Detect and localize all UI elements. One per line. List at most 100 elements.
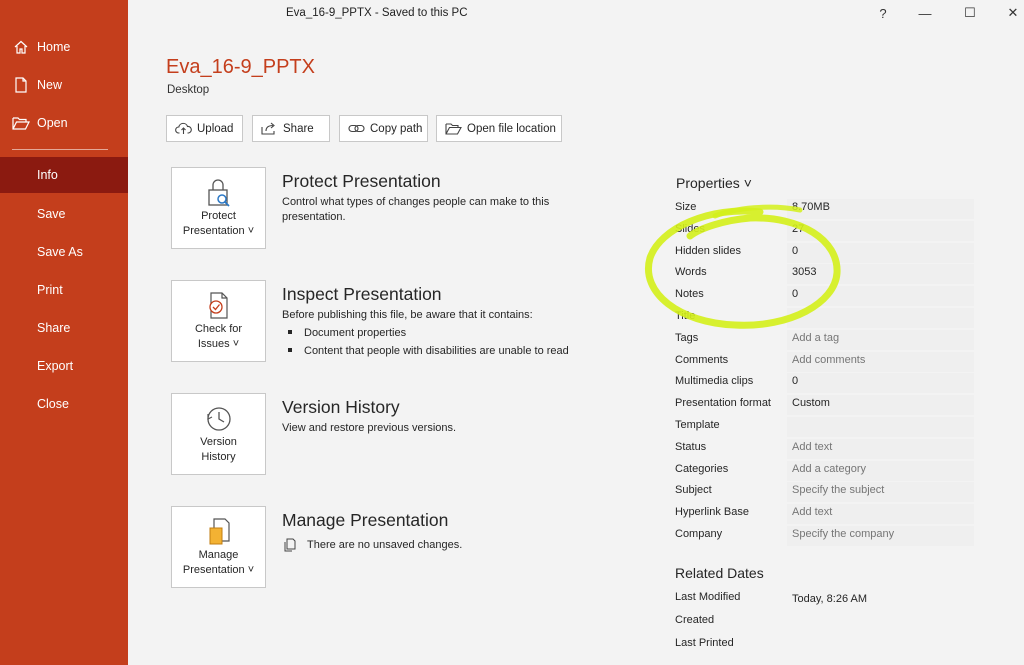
sidebar-item-open[interactable]: Open [0, 105, 128, 141]
file-name: Eva_16-9_PPTX [166, 56, 315, 78]
sidebar-item-save[interactable]: Save [0, 196, 128, 232]
version-description: View and restore previous versions. [282, 422, 457, 434]
property-row: Notes 0 [675, 286, 975, 307]
related-dates-heading: Related Dates [675, 565, 764, 581]
property-value[interactable]: Specify the subject [792, 484, 884, 496]
upload-label: Upload [197, 122, 234, 135]
document-icon [284, 538, 296, 552]
property-row: Comments Add comments [675, 351, 975, 372]
inspect-card-line1: Check for [194, 323, 243, 335]
property-key: Hidden slides [675, 244, 742, 257]
property-value-field[interactable] [787, 242, 974, 263]
last-printed-label: Last Printed [675, 637, 734, 649]
sidebar-item-share[interactable]: Share [0, 310, 128, 346]
property-key: Template [675, 419, 720, 431]
property-key: Presentation format [675, 397, 771, 410]
folder-icon [445, 122, 463, 136]
property-key: Hyperlink Base [675, 506, 749, 519]
property-value[interactable]: Specify the company [792, 528, 894, 540]
help-button[interactable]: ? [871, 4, 895, 22]
created-label: Created [675, 614, 715, 626]
sidebar-item-label: Info [37, 168, 58, 182]
manage-presentation-button[interactable]: Manage Presentation ˅ [171, 506, 266, 588]
property-key: Status [675, 440, 707, 453]
properties-heading[interactable]: Properties ˅ [676, 175, 752, 191]
property-row: Categories Add a category [675, 460, 975, 481]
property-value-field[interactable] [787, 373, 974, 394]
sidebar-item-label: New [37, 78, 63, 92]
new-document-icon [12, 76, 30, 94]
property-row: Hidden slides 0 [675, 242, 975, 263]
property-value-field[interactable] [787, 308, 974, 328]
property-key: Size [675, 201, 697, 213]
manage-title: Manage Presentation [282, 510, 449, 530]
close-window-button[interactable]: ✕ [1001, 4, 1024, 22]
inspect-bullet-text: Document properties [304, 327, 407, 339]
sidebar-item-label: Close [37, 397, 69, 411]
property-key: Multimedia clips [675, 375, 754, 388]
file-location: Desktop [167, 84, 210, 96]
property-value[interactable]: Add text [792, 506, 832, 518]
minimize-button[interactable]: — [913, 4, 937, 22]
inspect-card-line2: Issues ˅ [197, 338, 240, 350]
property-value[interactable]: Add comments [792, 354, 865, 366]
sidebar-item-home[interactable]: Home [0, 29, 128, 65]
sidebar-item-save-as[interactable]: Save As [0, 234, 128, 270]
sidebar-item-label: Save As [37, 245, 83, 259]
upload-button[interactable]: Upload [166, 115, 243, 142]
protect-title: Protect Presentation [282, 171, 441, 191]
property-row: Multimedia clips 0 [675, 373, 975, 394]
property-value[interactable]: Add a category [792, 463, 866, 475]
protect-presentation-button[interactable]: Protect Presentation ˅ [171, 167, 266, 249]
share-icon [261, 122, 279, 136]
inspect-title: Inspect Presentation [282, 284, 442, 304]
property-value[interactable]: Add text [792, 441, 832, 453]
version-history-button[interactable]: Version History [171, 393, 266, 475]
sidebar-divider [12, 149, 108, 150]
lock-search-icon [205, 178, 233, 208]
property-value-field[interactable] [787, 286, 974, 307]
property-row: Presentation format Custom [675, 395, 975, 416]
property-value-field[interactable] [787, 417, 974, 437]
copy-path-label: Copy path [370, 122, 423, 135]
property-key: Subject [675, 484, 712, 497]
sidebar-item-label: Home [37, 40, 71, 54]
protect-card-line1: Protect [201, 210, 236, 222]
home-icon [12, 38, 30, 56]
manage-document-icon [205, 517, 233, 547]
protect-card-label: Protect Presentation ˅ [172, 209, 265, 239]
inspect-bullet: Content that people with disabilities ar… [288, 345, 569, 357]
version-card-line2: History [201, 451, 236, 463]
check-for-issues-button[interactable]: Check for Issues ˅ [171, 280, 266, 362]
sidebar-item-print[interactable]: Print [0, 272, 128, 308]
property-value: 27 [792, 222, 805, 235]
property-value: 0 [792, 244, 799, 257]
property-key: Title [675, 310, 696, 322]
sidebar-item-label: Print [37, 283, 63, 297]
sidebar-item-new[interactable]: New [0, 67, 128, 103]
sidebar-item-info[interactable]: Info [0, 157, 128, 193]
property-key: Words [675, 266, 707, 279]
sidebar-item-label: Share [37, 321, 71, 335]
property-value-field[interactable] [787, 220, 974, 241]
property-value[interactable]: Add a tag [792, 332, 839, 344]
property-row: Template [675, 417, 975, 437]
sidebar-item-label: Save [37, 207, 66, 221]
sidebar-item-export[interactable]: Export [0, 348, 128, 384]
property-row: Slides 27 [675, 220, 975, 241]
last-modified-label: Last Modified [675, 591, 741, 603]
property-key: Tags [675, 331, 699, 344]
maximize-button[interactable]: ☐ [958, 4, 982, 22]
open-file-location-button[interactable]: Open file location [436, 115, 562, 142]
inspect-description: Before publishing this file, be aware th… [282, 309, 533, 321]
property-row: Company Specify the company [675, 526, 975, 546]
sidebar-item-close[interactable]: Close [0, 386, 128, 422]
share-button[interactable]: Share [252, 115, 330, 142]
protect-card-line2: Presentation ˅ [182, 225, 255, 237]
manage-card-label: Manage Presentation ˅ [172, 548, 265, 578]
property-key: Categories [675, 462, 729, 475]
property-key: Slides [675, 222, 705, 235]
backstage-sidebar: Home New Open Info Save Save As Print Sh… [0, 0, 128, 665]
manage-card-line1: Manage [198, 549, 239, 561]
copy-path-button[interactable]: Copy path [339, 115, 428, 142]
